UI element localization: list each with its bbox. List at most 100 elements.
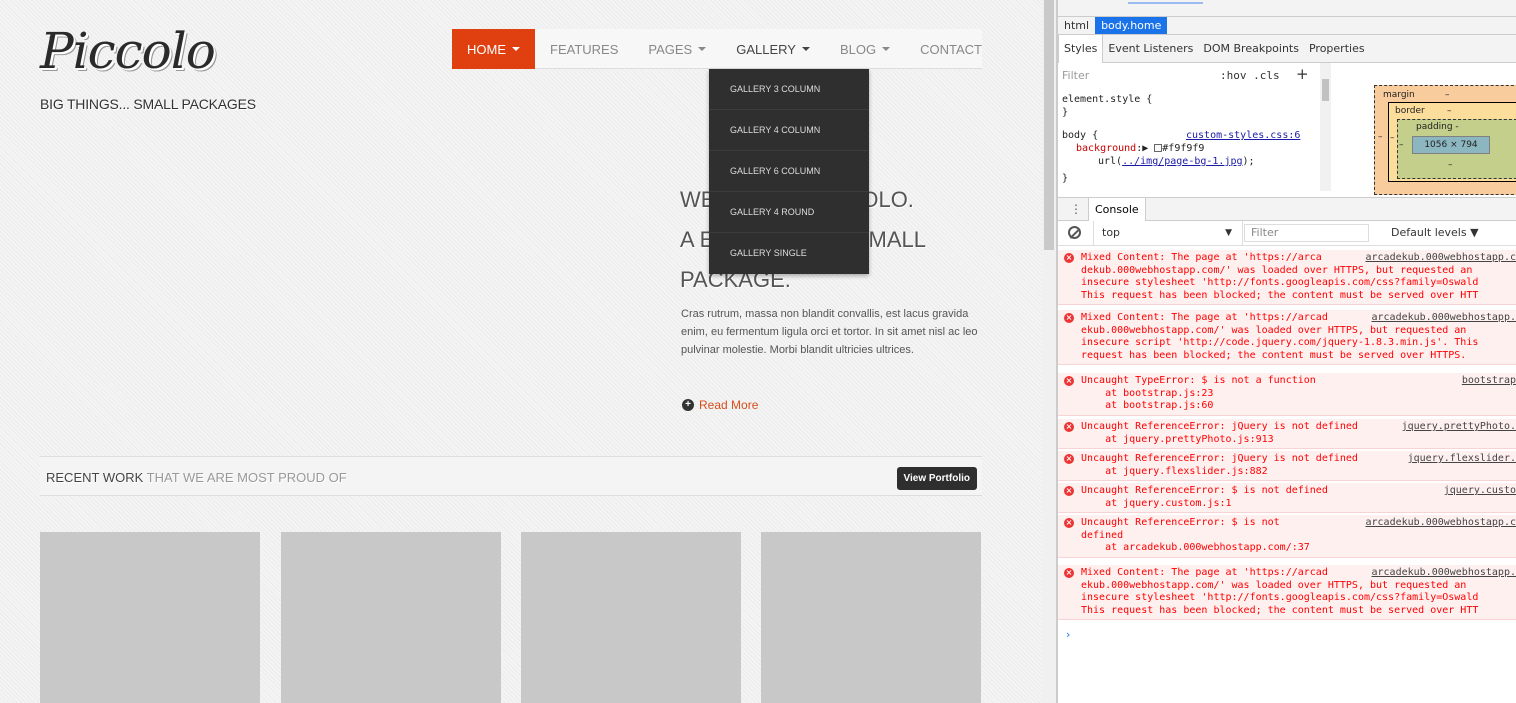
error-text-line: at jquery.flexslider.js:882 xyxy=(1081,465,1268,477)
menu-item-gallery-4-column[interactable]: GALLERY 4 COLUMN xyxy=(709,110,869,151)
tab-event-listeners[interactable]: Event Listeners xyxy=(1103,35,1198,63)
caret-down-icon xyxy=(882,47,891,51)
devtools-panel: html body.home Styles Event Listeners DO… xyxy=(1058,0,1516,703)
main-navbar: HOME FEATURES PAGES GALLERY BLOG CONTACT xyxy=(452,29,982,69)
console-toolbar: top ▼ Filter Default levels ▼ xyxy=(1058,221,1516,246)
sidebar-tabs: Styles Event Listeners DOM Breakpoints P… xyxy=(1058,34,1516,63)
intro-paragraph: Cras rutrum, massa non blandit convallis… xyxy=(681,308,978,356)
nav-home[interactable]: HOME xyxy=(452,29,535,69)
new-rule-plus-icon[interactable]: + xyxy=(1296,65,1309,83)
more-options-icon[interactable]: ⋮ xyxy=(1070,202,1082,216)
console-error-message[interactable]: × Uncaught ReferenceError: $ is not arcade… xyxy=(1058,515,1516,558)
console-error-message[interactable]: × Mixed Content: The page at 'https://arc… xyxy=(1058,565,1516,620)
menu-item-gallery-single[interactable]: GALLERY SINGLE xyxy=(709,233,869,274)
elements-tree-strip xyxy=(1058,0,1516,17)
stylesheet-source-link[interactable]: custom-styles.css:6 xyxy=(1186,130,1300,141)
error-icon: × xyxy=(1064,253,1074,263)
hov-cls-toggle[interactable]: :hov .cls xyxy=(1220,69,1280,82)
nav-blog[interactable]: BLOG xyxy=(825,29,905,69)
breadcrumb: html body.home xyxy=(1058,17,1516,35)
error-icon: × xyxy=(1064,376,1074,386)
console-filter-input[interactable]: Filter xyxy=(1244,224,1369,242)
error-source-link[interactable]: arcadekub.000webhostapp.c xyxy=(1361,517,1516,530)
styles-filter-row: Filter :hov .cls + xyxy=(1058,63,1320,87)
box-model-border[interactable]: border – – padding - – – 1056 × 794 xyxy=(1388,102,1516,182)
element-style-rule: element.style { xyxy=(1062,94,1153,105)
portfolio-thumbnail[interactable] xyxy=(761,532,981,703)
site-logo[interactable]: Piccolo xyxy=(40,22,216,80)
error-text-line: at bootstrap.js:23 xyxy=(1081,387,1214,399)
styles-filter-input[interactable]: Filter xyxy=(1062,69,1089,82)
error-icon: × xyxy=(1064,518,1074,528)
error-icon: × xyxy=(1064,454,1074,464)
error-text-line: insecure stylesheet 'http://fonts.google… xyxy=(1081,592,1479,603)
error-text-line: at jquery.custom.js:1 xyxy=(1081,497,1232,509)
console-error-message[interactable]: × Uncaught ReferenceError: jQuery is not … xyxy=(1058,451,1516,481)
styles-pane: Filter :hov .cls + element.style { } bod… xyxy=(1058,63,1318,191)
tab-styles[interactable]: Styles xyxy=(1058,34,1104,63)
gallery-dropdown-menu: GALLERY 3 COLUMN GALLERY 4 COLUMN GALLER… xyxy=(709,69,869,274)
nav-contact[interactable]: CONTACT xyxy=(905,29,997,69)
menu-item-gallery-6-column[interactable]: GALLERY 6 COLUMN xyxy=(709,151,869,192)
menu-item-gallery-3-column[interactable]: GALLERY 3 COLUMN xyxy=(709,69,869,110)
clear-console-icon[interactable] xyxy=(1068,226,1081,239)
page-scrollbar-thumb[interactable] xyxy=(1044,0,1054,250)
recent-work-bar: RECENT WORK THAT WE ARE MOST PROUD OF Vi… xyxy=(40,456,982,496)
breadcrumb-body[interactable]: body.home xyxy=(1095,17,1168,34)
error-text-line: ekub.000webhostapp.com/' was loaded over… xyxy=(1081,579,1467,591)
console-error-message[interactable]: × Uncaught ReferenceError: jQuery is not … xyxy=(1058,419,1516,449)
breadcrumb-html[interactable]: html xyxy=(1058,17,1095,34)
box-model-diagram: margin – – border – – padding - – – 1056… xyxy=(1331,63,1516,195)
error-text-line: at bootstrap.js:60 xyxy=(1081,400,1214,411)
tab-properties[interactable]: Properties xyxy=(1304,35,1370,63)
tab-dom-breakpoints[interactable]: DOM Breakpoints xyxy=(1198,35,1304,63)
error-text-line: at arcadekub.000webhostapp.com/:37 xyxy=(1081,542,1310,553)
error-source-link[interactable]: bootstrap xyxy=(1457,375,1516,388)
tab-console[interactable]: Console xyxy=(1088,198,1146,221)
error-text-line: insecure script 'http://code.jquery.com/… xyxy=(1081,337,1479,348)
error-text-line: request has been blocked; the content mu… xyxy=(1081,349,1467,361)
box-model-margin[interactable]: margin – – border – – padding - – – 1056… xyxy=(1374,85,1516,195)
console-prompt[interactable]: › xyxy=(1066,628,1070,641)
nav-gallery[interactable]: GALLERY xyxy=(721,29,825,69)
console-error-message[interactable]: × Mixed Content: The page at 'https://arc… xyxy=(1058,250,1516,305)
console-error-message[interactable]: × Uncaught ReferenceError: $ is not defin… xyxy=(1058,483,1516,513)
background-declaration[interactable]: background:▶ #f9f9f9 xyxy=(1076,143,1204,154)
portfolio-thumbnail[interactable] xyxy=(521,532,741,703)
error-text-line: ekub.000webhostapp.com/' was loaded over… xyxy=(1081,324,1467,336)
error-text-line: insecure stylesheet 'http://fonts.google… xyxy=(1081,277,1479,288)
nav-features[interactable]: FEATURES xyxy=(535,29,633,69)
error-source-link[interactable]: arcadekub.000webhostapp.c xyxy=(1361,252,1516,265)
styles-scrollbar[interactable] xyxy=(1320,63,1331,191)
log-levels-dropdown[interactable]: Default levels ▼ xyxy=(1391,221,1479,245)
portfolio-thumbnail[interactable] xyxy=(281,532,501,703)
error-text-line: at jquery.prettyPhoto.js:913 xyxy=(1081,433,1274,445)
box-model-content[interactable]: 1056 × 794 xyxy=(1412,136,1490,154)
caret-down-icon xyxy=(512,47,520,51)
context-selector[interactable]: top ▼ xyxy=(1093,221,1243,245)
error-text-line: defined xyxy=(1081,529,1124,541)
menu-item-gallery-4-round[interactable]: GALLERY 4 ROUND xyxy=(709,192,869,233)
dropdown-arrow-icon: ▼ xyxy=(1225,228,1232,238)
box-model-padding[interactable]: padding - – – 1056 × 794 xyxy=(1397,119,1516,179)
console-error-message[interactable]: × Mixed Content: The page at 'https://arc… xyxy=(1058,310,1516,365)
error-text-line: This request has been blocked; the conte… xyxy=(1081,289,1479,301)
error-source-link[interactable]: arcadekub.000webhostapp. xyxy=(1367,312,1516,325)
page-scrollbar[interactable] xyxy=(1042,0,1056,703)
rule-close-brace: } xyxy=(1062,173,1069,184)
error-text-line: dekub.000webhostapp.com/' was loaded ove… xyxy=(1081,264,1473,276)
error-source-link[interactable]: jquery.custo xyxy=(1439,485,1516,498)
view-portfolio-button[interactable]: View Portfolio xyxy=(896,467,977,490)
error-text-line: This request has been blocked; the conte… xyxy=(1081,604,1479,616)
console-error-message[interactable]: × Uncaught TypeError: $ is not a function… xyxy=(1058,373,1516,416)
error-icon: × xyxy=(1064,486,1074,496)
error-icon: × xyxy=(1064,313,1074,323)
read-more-link[interactable]: + Read More xyxy=(682,398,758,412)
error-source-link[interactable]: jquery.flexslider. xyxy=(1403,453,1516,466)
error-source-link[interactable]: arcadekub.000webhostapp. xyxy=(1367,567,1516,580)
caret-down-icon xyxy=(698,47,707,51)
nav-pages[interactable]: PAGES xyxy=(633,29,721,69)
error-source-link[interactable]: jquery.prettyPhoto. xyxy=(1397,421,1516,434)
portfolio-thumbnail[interactable] xyxy=(40,532,260,703)
error-text: Uncaught TypeError: $ is not a function xyxy=(1081,375,1316,386)
